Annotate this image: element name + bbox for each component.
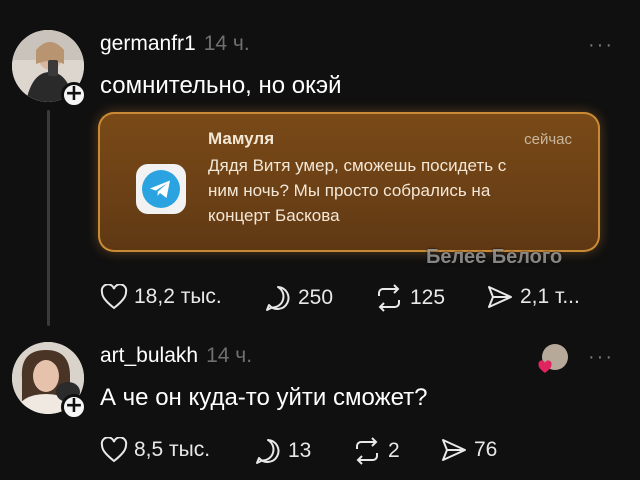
- share-button[interactable]: 2,1 т...: [486, 284, 580, 310]
- notification-image[interactable]: Мамуля сейчас Дядя Витя умер, сможешь по…: [98, 112, 600, 252]
- heart-icon: [100, 437, 128, 463]
- share-count: 2,1 т...: [520, 285, 580, 308]
- comment-button[interactable]: 13: [254, 437, 311, 465]
- heart-icon: [100, 284, 128, 310]
- comment-icon: [266, 286, 290, 311]
- repost-icon: [378, 284, 400, 312]
- like-count: 8,5 тыс.: [134, 438, 211, 461]
- reply-text: А че он куда-то уйти сможет?: [100, 384, 428, 411]
- more-options-button[interactable]: ···: [588, 346, 614, 369]
- post-time: 14 ч.: [203, 32, 250, 55]
- like-count: 18,2 тыс.: [134, 285, 222, 308]
- repost-count: 125: [410, 286, 446, 309]
- notification-message: Дядя Витя умер, сможешь посидеть с ним н…: [208, 156, 507, 225]
- follow-plus-button[interactable]: +: [61, 394, 87, 420]
- post-header: germanfr1 14 ч.: [100, 32, 250, 56]
- share-button[interactable]: 76: [440, 437, 497, 463]
- thread-line: [47, 110, 50, 326]
- comment-button[interactable]: 250: [264, 284, 333, 312]
- telegram-icon: [136, 164, 186, 214]
- reply-header: art_bulakh 14 ч.: [100, 344, 252, 368]
- comment-icon: [256, 439, 280, 464]
- notification-time: сейчас: [524, 131, 572, 148]
- heart-badge-icon: [538, 360, 552, 373]
- repost-button[interactable]: 125: [374, 284, 445, 312]
- repost-count: 2: [388, 439, 400, 462]
- notification-sender: Мамуля: [208, 129, 275, 148]
- follow-plus-button[interactable]: +: [61, 82, 87, 108]
- post-text: сомнительно, но окэй: [100, 72, 342, 99]
- like-button[interactable]: 8,5 тыс.: [100, 437, 210, 463]
- more-options-button[interactable]: ···: [588, 34, 614, 57]
- share-count: 76: [474, 438, 498, 461]
- reply-time: 14 ч.: [206, 344, 253, 367]
- repost-icon: [356, 437, 378, 465]
- send-icon: [442, 439, 466, 461]
- liked-by-avatar[interactable]: [538, 344, 568, 374]
- repost-button[interactable]: 2: [352, 437, 400, 465]
- comment-count: 250: [298, 286, 334, 309]
- like-button[interactable]: 18,2 тыс.: [100, 284, 222, 310]
- username[interactable]: germanfr1: [100, 32, 196, 56]
- watermark: Белее Белого: [426, 246, 563, 268]
- comment-count: 13: [288, 439, 312, 462]
- username[interactable]: art_bulakh: [100, 344, 198, 368]
- send-icon: [488, 286, 512, 308]
